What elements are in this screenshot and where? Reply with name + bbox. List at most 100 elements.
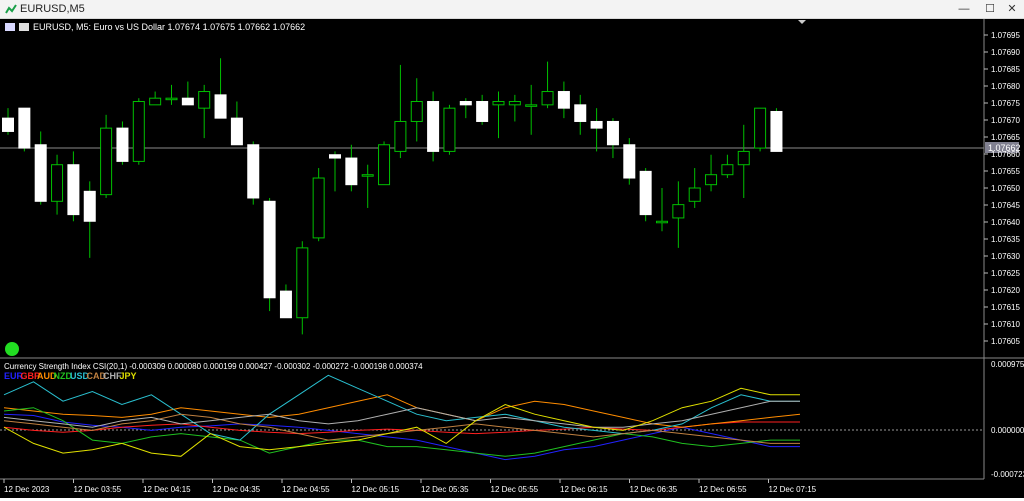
candle-bear <box>181 97 194 106</box>
legend-jpy: JPY <box>120 371 137 381</box>
time-tick-label: 12 Dec 06:15 <box>560 485 608 494</box>
price-tick-label: 1.07655 <box>991 167 1020 176</box>
candle-bull <box>361 174 374 177</box>
candle-bear <box>606 120 619 146</box>
candle-bear <box>67 164 80 216</box>
price-tick-label: 1.07685 <box>991 65 1020 74</box>
price-tick-label: 1.07640 <box>991 218 1020 227</box>
time-tick-label: 12 Dec 04:35 <box>213 485 261 494</box>
candle-bull <box>672 204 685 219</box>
candle-bull <box>525 104 538 107</box>
symbol-flag-icon-2 <box>19 23 29 31</box>
candle-bull <box>296 247 309 319</box>
time-tick-label: 12 Dec 06:35 <box>630 485 678 494</box>
symbol-flag-icon <box>5 23 15 31</box>
candle-bull <box>656 220 668 224</box>
candle-bear <box>18 107 31 149</box>
indicator-tick-label: -0.000723 <box>991 470 1024 479</box>
candle-bear <box>214 94 227 119</box>
price-axis[interactable]: 1.07695 1.07690 1.07685 1.07680 1.07675 1.076… <box>984 31 1020 346</box>
candle-bull <box>165 97 178 101</box>
price-chart[interactable]: EURUSD, M5: Euro vs US Dollar 1.07674 1.… <box>0 19 1024 498</box>
candle-bear <box>279 290 292 319</box>
time-tick-label: 12 Dec 05:55 <box>491 485 539 494</box>
indicator-lines <box>3 374 801 461</box>
candle-bear <box>2 117 14 132</box>
indicator-legend: EURGBPAUDNZDUSDCADCHFJPY <box>4 371 137 381</box>
time-tick-label: 12 Dec 05:15 <box>352 485 400 494</box>
price-tick-label: 1.07620 <box>991 286 1020 295</box>
price-tick-label: 1.07680 <box>991 82 1020 91</box>
window-title: EURUSD,M5 <box>20 3 85 15</box>
time-tick-label: 12 Dec 04:55 <box>282 485 330 494</box>
time-tick-label: 12 Dec 04:15 <box>143 485 191 494</box>
indicator-tick-label: 0.000000 <box>991 426 1024 435</box>
candle-bull <box>410 101 423 122</box>
candle-bull <box>754 107 767 149</box>
candle-bear <box>557 91 570 109</box>
status-dot <box>5 342 19 356</box>
candle-bear <box>83 190 96 222</box>
price-tick-label: 1.07625 <box>991 269 1020 278</box>
price-tick-label: 1.07675 <box>991 99 1020 108</box>
time-tick-label: 12 Dec 06:55 <box>699 485 747 494</box>
candle-bull <box>149 97 162 106</box>
price-tick-label: 1.07690 <box>991 48 1020 57</box>
candle-bull <box>492 101 505 106</box>
symbol-info: EURUSD, M5: Euro vs US Dollar 1.07674 1.… <box>33 22 305 32</box>
indicator-tick-label: 0.000975 <box>991 360 1024 369</box>
indicator-axis[interactable]: 0.000975 0.000000 -0.000723 <box>991 360 1024 479</box>
close-button[interactable]: ✕ <box>1000 0 1024 18</box>
chart-app-icon <box>5 4 17 14</box>
candle-bear <box>590 120 603 129</box>
price-tick-label: 1.07630 <box>991 252 1020 261</box>
candle-bull <box>443 107 456 152</box>
candle-bull <box>737 150 750 166</box>
candle-bull <box>541 91 554 106</box>
candle-bear <box>329 154 341 159</box>
candle-bull <box>688 187 701 202</box>
candle-bear <box>230 117 243 146</box>
candle-bear <box>34 144 47 202</box>
chart-window[interactable]: EURUSD, M5: Euro vs US Dollar 1.07674 1.… <box>0 19 1024 498</box>
time-tick-label: 12 Dec 2023 <box>4 485 50 494</box>
candle-bear <box>247 144 260 199</box>
candle-bear <box>116 127 129 162</box>
candle-bull <box>508 101 521 106</box>
indicator-line-jpy <box>3 387 800 457</box>
price-tick-label: 1.07695 <box>991 31 1020 40</box>
candle-bear <box>623 144 636 179</box>
candle-bear <box>459 101 472 106</box>
price-tick-label: 1.07610 <box>991 320 1020 329</box>
candle-bear <box>639 170 652 216</box>
candle-bull <box>721 164 734 176</box>
candle-bear <box>770 110 783 152</box>
price-tick-label: 1.07670 <box>991 116 1020 125</box>
price-tick-label: 1.07650 <box>991 184 1020 193</box>
candle-bear <box>476 101 489 122</box>
time-tick-label: 12 Dec 07:15 <box>769 485 817 494</box>
indicator-title: Currency Strength Index CSI(20,1) -0.000… <box>4 362 423 371</box>
candle-bull <box>378 144 391 186</box>
time-tick-label: 12 Dec 03:55 <box>74 485 122 494</box>
price-tick-label: 1.07615 <box>991 303 1020 312</box>
main-plot-area[interactable] <box>0 19 984 357</box>
price-tick-label: 1.07660 <box>991 150 1020 159</box>
candle-bull <box>198 91 211 109</box>
time-axis[interactable]: 12 Dec 2023 12 Dec 03:55 12 Dec 04:15 12 De… <box>3 479 817 494</box>
candle-bull <box>100 127 113 196</box>
price-tick-label: 1.07645 <box>991 201 1020 210</box>
candle-bull <box>312 177 325 239</box>
price-tick-label: 1.07635 <box>991 235 1020 244</box>
time-tick-label: 12 Dec 05:35 <box>421 485 469 494</box>
minimize-button[interactable]: — <box>952 0 976 18</box>
candle-bull <box>705 174 718 186</box>
candle-bear <box>263 200 276 299</box>
candle-bear <box>574 104 587 122</box>
candle-bear <box>427 101 440 152</box>
candle-bull <box>132 101 145 162</box>
price-tick-label: 1.07605 <box>991 337 1020 346</box>
price-tick-label: 1.07665 <box>991 133 1020 142</box>
maximize-button[interactable]: ☐ <box>978 0 1002 18</box>
window-titlebar: EURUSD,M5 — ☐ ✕ <box>0 0 1024 19</box>
